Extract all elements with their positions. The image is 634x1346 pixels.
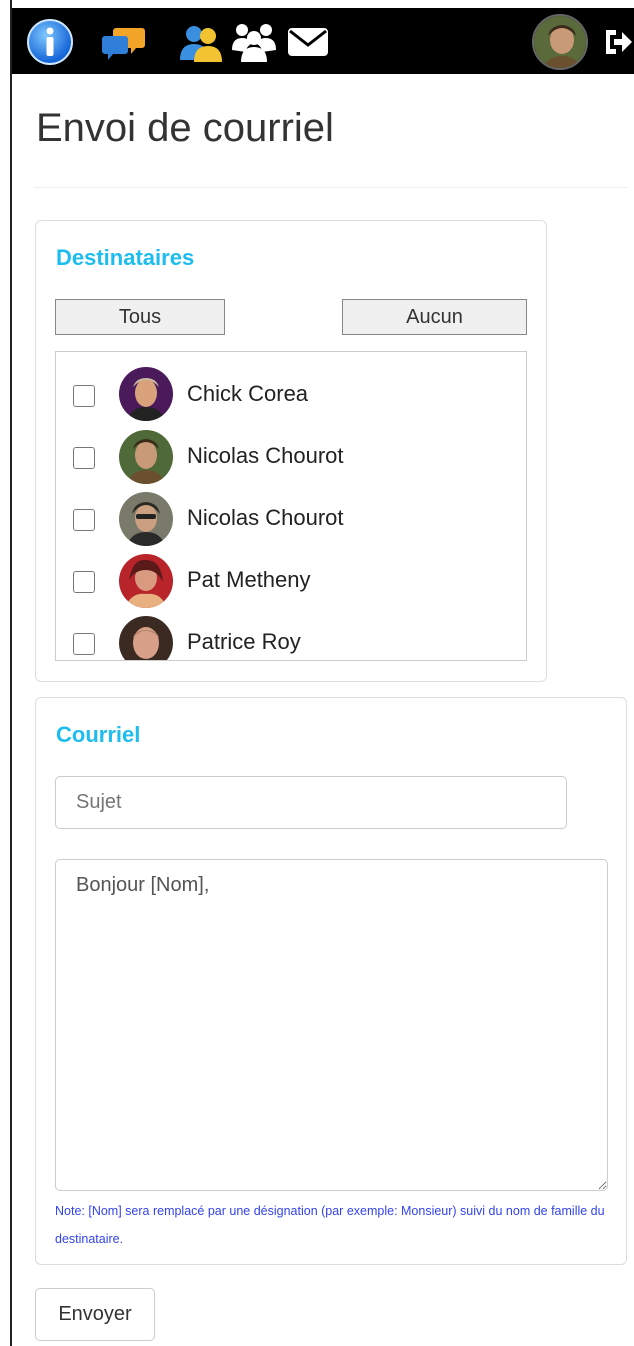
email-heading: Courriel	[56, 722, 141, 747]
recipient-name: Pat Metheny	[187, 567, 311, 592]
message-textarea[interactable]: Bonjour [Nom],	[55, 859, 608, 1191]
recipient-checkbox[interactable]	[73, 633, 95, 655]
user-avatar[interactable]	[532, 14, 588, 70]
list-item[interactable]: Nicolas Chourot	[56, 488, 526, 550]
recipient-checkbox[interactable]	[73, 571, 95, 593]
recipient-name: Patrice Roy	[187, 629, 301, 654]
chat-icon[interactable]	[100, 18, 148, 66]
avatar	[119, 430, 173, 484]
select-all-button[interactable]: Tous	[55, 299, 225, 335]
recipient-checkbox[interactable]	[73, 447, 95, 469]
avatar	[119, 616, 173, 660]
avatar	[119, 554, 173, 608]
user-icon[interactable]	[176, 18, 224, 66]
avatar	[119, 367, 173, 421]
group-icon[interactable]	[230, 18, 278, 66]
info-icon[interactable]	[26, 18, 74, 66]
placeholder-note: Note: [Nom] sera remplacé par une désign…	[55, 1204, 605, 1246]
subject-input[interactable]	[55, 776, 567, 829]
list-item[interactable]: Patrice Roy	[56, 612, 526, 660]
list-item[interactable]: Pat Metheny	[56, 550, 526, 612]
select-none-button[interactable]: Aucun	[342, 299, 527, 335]
send-button[interactable]: Envoyer	[35, 1288, 155, 1341]
recipients-list[interactable]: Chick Corea Nicolas Chourot Nicolas Chou…	[55, 351, 527, 661]
page-title: Envoi de courriel	[36, 106, 334, 150]
list-item[interactable]: Nicolas Chourot	[56, 426, 526, 488]
recipient-name: Nicolas Chourot	[187, 505, 344, 530]
recipient-checkbox[interactable]	[73, 385, 95, 407]
mail-icon[interactable]	[284, 18, 332, 66]
avatar	[119, 492, 173, 546]
recipients-heading: Destinataires	[56, 245, 195, 270]
recipient-checkbox[interactable]	[73, 509, 95, 531]
recipient-name: Chick Corea	[187, 381, 309, 406]
title-divider	[34, 187, 628, 188]
list-item[interactable]: Chick Corea	[56, 364, 526, 426]
recipient-name: Nicolas Chourot	[187, 443, 344, 468]
top-nav-bar	[12, 8, 634, 74]
logout-icon[interactable]	[602, 18, 634, 66]
